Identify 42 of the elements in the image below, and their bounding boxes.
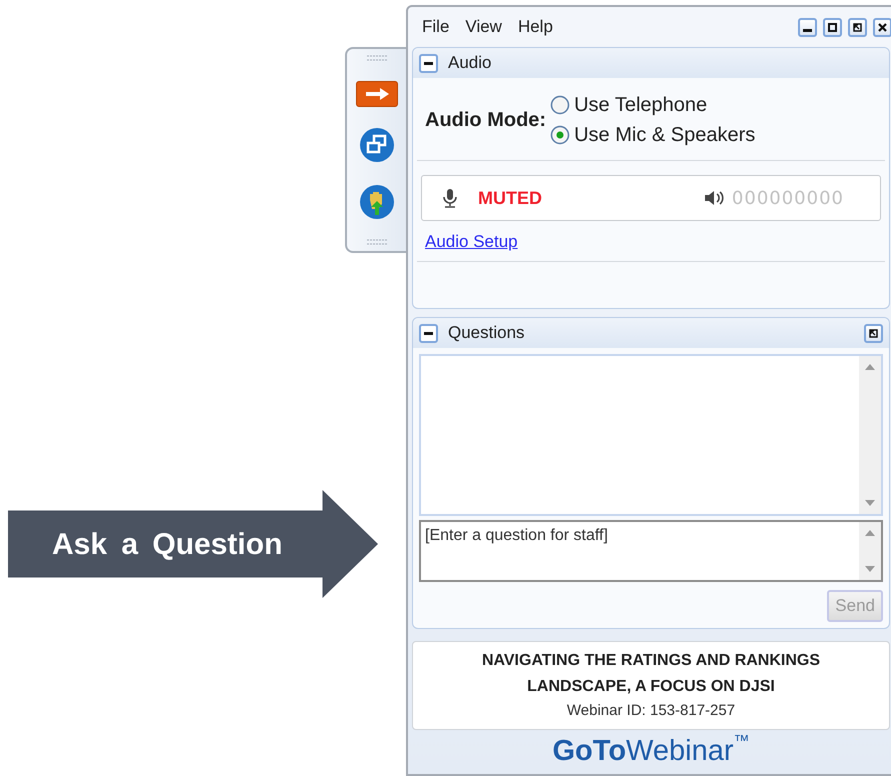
close-button[interactable] <box>873 18 891 36</box>
menu-item[interactable]: Help <box>518 14 553 40</box>
speaker-icon <box>704 190 724 206</box>
popout-button[interactable] <box>864 324 883 342</box>
maximize-icon <box>828 22 837 32</box>
mic-status: MUTED <box>478 186 542 210</box>
scroll-down-icon[interactable] <box>865 500 875 506</box>
arrow-button[interactable] <box>356 81 398 107</box>
menu-item[interactable]: View <box>465 14 502 40</box>
webinar-id: Webinar ID: 153-817-257 <box>566 701 736 721</box>
close-icon <box>878 22 887 32</box>
menu-item[interactable]: File <box>422 14 450 40</box>
radio-option[interactable]: Use Telephone <box>550 90 756 120</box>
panel-title: Questions <box>448 322 525 344</box>
minimize-button[interactable] <box>798 18 817 36</box>
windows-icon[interactable] <box>358 127 394 163</box>
maximize-button[interactable] <box>823 18 842 36</box>
grip-icon[interactable] <box>366 55 386 61</box>
question-input[interactable]: [Enter a question for staff] <box>419 520 883 582</box>
raise-hand-icon[interactable] <box>358 184 394 220</box>
radio-option[interactable]: Use Mic & Speakers <box>550 120 756 150</box>
panel-title: Audio <box>448 52 492 74</box>
minimize-icon <box>803 28 812 32</box>
collapse-button[interactable] <box>419 54 438 72</box>
popout-icon <box>853 22 862 32</box>
popout-button[interactable] <box>848 18 867 36</box>
scroll-up-icon[interactable] <box>865 530 875 536</box>
scrollbar[interactable] <box>859 356 881 514</box>
radio-button[interactable] <box>550 125 570 145</box>
gotowebinar-logo: GoToWebinar™ <box>552 732 750 769</box>
scrollbar[interactable] <box>859 522 881 580</box>
microphone-icon <box>442 188 458 208</box>
collapse-button[interactable] <box>419 324 438 342</box>
speaker-reading: 000000000 <box>732 186 844 210</box>
webinar-title: NAVIGATING THE RATINGS AND RANKINGS LANDSCAPE, A FOCUS ON DJSI <box>480 651 822 697</box>
radio-button[interactable] <box>550 95 570 115</box>
popout-icon <box>869 328 878 338</box>
audio-mode-label: Audio Mode: <box>425 108 546 133</box>
scroll-down-icon[interactable] <box>865 566 875 572</box>
grip-icon[interactable] <box>366 239 386 245</box>
scroll-up-icon[interactable] <box>865 364 875 370</box>
audio-setup-link[interactable]: Audio Setup <box>425 232 518 251</box>
